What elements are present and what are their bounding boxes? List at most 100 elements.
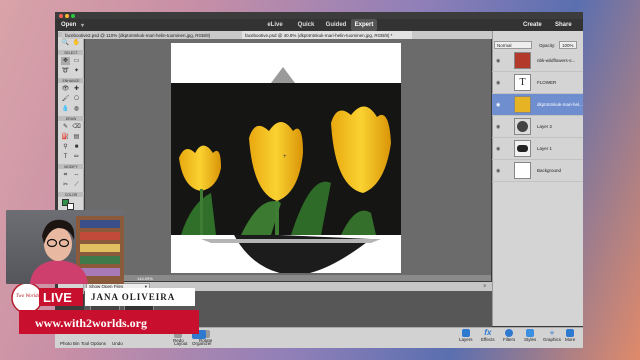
blend-mode-value: Normal xyxy=(497,43,512,48)
plus-icon: + xyxy=(549,328,555,338)
layers-icon xyxy=(461,329,470,337)
layer-name: FLOWER xyxy=(537,80,557,85)
more-button[interactable]: More xyxy=(565,329,575,342)
logo-text: Two Worlds xyxy=(16,294,40,299)
spot-healing-icon[interactable]: ✚ xyxy=(72,85,81,93)
minimize-window-button[interactable] xyxy=(65,13,69,18)
layer-thumbnail xyxy=(514,140,531,157)
bottom-left-labels: Photo Bin Tool Options Undo Layout Organ… xyxy=(60,341,220,347)
maximize-window-button[interactable] xyxy=(71,13,75,18)
content-aware-move-icon[interactable]: ✂ xyxy=(61,181,70,189)
hand-icon[interactable]: ✋ xyxy=(72,39,81,47)
photo-bin-button[interactable]: Photo Bin xyxy=(60,341,80,346)
webcam-scene xyxy=(30,216,124,284)
magic-wand-icon[interactable]: ✦ xyxy=(72,67,81,75)
fx-icon: fx xyxy=(484,328,492,337)
tool-section-enhance: ENHANCE xyxy=(58,78,84,83)
eye-icon[interactable]: ◉ xyxy=(496,168,500,174)
tool-options-button[interactable]: Tool Options xyxy=(81,341,106,346)
layout-button[interactable]: Layout xyxy=(174,341,188,346)
filters-icon xyxy=(505,329,514,337)
layers-panel-button[interactable]: Layers xyxy=(459,329,473,342)
eyedropper-icon[interactable]: ⚲ xyxy=(61,143,70,151)
layer-name: nbk-wildflowers-s... xyxy=(537,58,576,63)
blend-mode-select[interactable]: Normal xyxy=(494,41,532,49)
layer-name: dkpt4ntnkuk-mari-hel... xyxy=(537,102,583,107)
clone-stamp-icon[interactable]: ⎔ xyxy=(72,95,81,103)
layer-row-selected[interactable]: ◉ dkpt4ntnkuk-mari-hel... xyxy=(492,94,583,116)
crop-icon[interactable]: ⌗ xyxy=(61,171,70,179)
layer-row[interactable]: ◉ nbk-wildflowers-s... xyxy=(492,50,583,72)
zoom-readout: 144.09% xyxy=(137,275,153,281)
layer-thumbnail xyxy=(514,162,531,179)
close-window-button[interactable] xyxy=(59,13,63,18)
gray-band-shape xyxy=(201,239,381,243)
type-layer-icon: T xyxy=(514,74,531,91)
layer-row[interactable]: ◉ Background xyxy=(492,160,583,182)
eraser-icon[interactable]: ⌫ xyxy=(72,123,81,131)
open-button[interactable]: Open xyxy=(61,22,76,28)
layer-thumbnail xyxy=(514,118,531,135)
mode-bar: Open ▾ eLive Quick Guided Expert Create … xyxy=(55,19,583,31)
brush-icon[interactable]: ✎ xyxy=(61,123,70,131)
pencil-icon[interactable]: ✏ xyxy=(72,153,81,161)
lasso-icon[interactable]: ➰ xyxy=(61,67,70,75)
effects-label: Effects xyxy=(481,337,495,342)
live-banner: Two Worlds LIVE JANA OLIVEIRA www.with2w… xyxy=(5,282,211,336)
eye-icon[interactable]: ◉ xyxy=(496,124,500,130)
opacity-field[interactable]: 100% xyxy=(559,41,577,49)
graphics-button[interactable]: + Graphics xyxy=(543,328,561,343)
zoom-icon[interactable]: 🔍 xyxy=(61,39,70,47)
recompose-icon[interactable]: ⇔ xyxy=(72,171,81,179)
organizer-button[interactable]: Organizer xyxy=(192,341,212,346)
host-name: JANA OLIVEIRA xyxy=(91,292,176,302)
layer-row[interactable]: ◉ T FLOWER xyxy=(492,72,583,94)
layer-row[interactable]: ◉ Layer 2 xyxy=(492,116,583,138)
layers-label: Layers xyxy=(459,337,473,342)
layer-thumbnail xyxy=(514,52,531,69)
title-bar xyxy=(55,12,583,19)
blur-icon[interactable]: 💧 xyxy=(61,105,70,113)
smart-brush-icon[interactable]: 🖌 xyxy=(61,95,70,103)
background-color-swatch[interactable] xyxy=(67,203,74,210)
sponge-icon[interactable]: ◍ xyxy=(72,105,81,113)
tab-guided[interactable]: Guided xyxy=(323,19,349,31)
status-line: 144.09% xyxy=(85,275,491,281)
shape-icon[interactable]: ■ xyxy=(72,143,81,151)
eye-icon[interactable]: ◉ xyxy=(496,80,500,86)
open-dropdown-icon[interactable]: ▾ xyxy=(81,22,84,29)
styles-button[interactable]: Styles xyxy=(524,329,536,342)
type-icon[interactable]: T xyxy=(61,153,70,161)
tab-elive[interactable]: eLive xyxy=(264,19,286,31)
eye-icon[interactable]: ◉ xyxy=(496,146,500,152)
create-button[interactable]: Create xyxy=(523,22,542,28)
triangle-shape xyxy=(271,67,295,83)
eye-icon[interactable]: 👁 xyxy=(61,85,70,93)
eye-icon[interactable]: ◉ xyxy=(496,102,500,108)
tool-section-modify: MODIFY xyxy=(58,164,84,169)
share-button[interactable]: Share xyxy=(555,22,572,28)
layer-row[interactable]: ◉ Layer 1 xyxy=(492,138,583,160)
styles-label: Styles xyxy=(524,337,537,342)
tool-section-color: COLOR xyxy=(58,192,84,197)
bin-menu-icon[interactable]: ≡ xyxy=(483,283,486,288)
tab-expert[interactable]: Expert xyxy=(351,19,377,31)
more-label: More xyxy=(565,337,576,342)
gradient-icon[interactable]: ▤ xyxy=(72,133,81,141)
doc-tab-1[interactable]: facebootive2.psd @ 110% (dkpt4ntnkuk-mar… xyxy=(62,31,240,39)
move-icon[interactable]: ✥ xyxy=(61,57,70,65)
layer-name: Layer 2 xyxy=(537,124,553,129)
marquee-icon[interactable]: ▭ xyxy=(72,57,81,65)
paint-bucket-icon[interactable]: ⛽ xyxy=(61,133,70,141)
tab-quick[interactable]: Quick xyxy=(295,19,317,31)
doc-tab-2[interactable]: facebootive.psd @ 40.8% (dkpt4ntnkuk-mar… xyxy=(242,31,412,39)
opacity-label: Opacity: xyxy=(539,43,556,48)
effects-button[interactable]: fx Effects xyxy=(481,328,495,343)
straighten-icon[interactable]: ⟋ xyxy=(72,181,81,189)
document-tabs: facebootive2.psd @ 110% (dkpt4ntnkuk-mar… xyxy=(62,31,492,39)
opacity-value: 100% xyxy=(562,43,574,48)
filters-button[interactable]: Filters xyxy=(503,329,515,342)
eye-icon[interactable]: ◉ xyxy=(496,58,500,64)
undo-button[interactable]: Undo xyxy=(112,341,123,346)
webcam-overlay xyxy=(6,210,124,284)
